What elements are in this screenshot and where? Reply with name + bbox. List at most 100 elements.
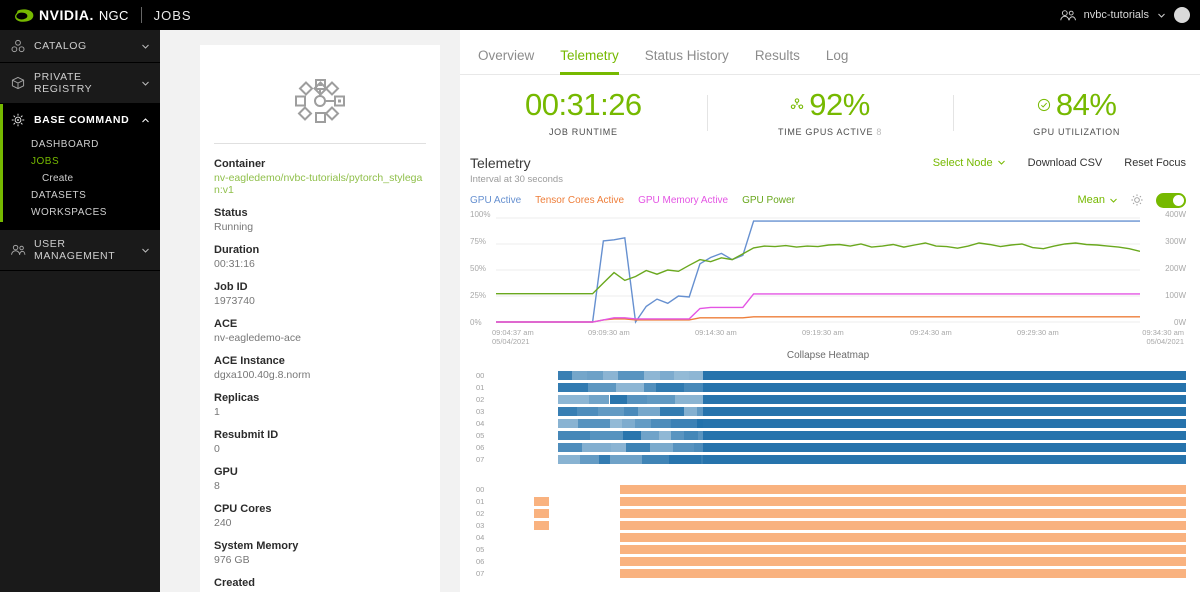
heatmap-cell[interactable] — [660, 370, 674, 380]
heatmap-cell[interactable] — [620, 568, 1186, 578]
heatmap-row[interactable]: 04 — [470, 532, 1186, 542]
heatmap-cell[interactable] — [620, 544, 1186, 554]
sidebar-item-jobs[interactable]: JOBS — [0, 153, 160, 170]
sidebar-item-create[interactable]: Create — [0, 170, 160, 187]
sidebar-item-datasets[interactable]: DATASETS — [0, 187, 160, 204]
heatmap-cell[interactable] — [590, 430, 623, 440]
heatmap-cell[interactable] — [703, 382, 1186, 392]
heatmap-cell[interactable] — [609, 394, 628, 404]
heatmap-cell[interactable] — [533, 496, 550, 506]
heatmap-cell[interactable] — [655, 382, 684, 392]
chevron-down-icon[interactable] — [141, 42, 150, 51]
heatmap-cell[interactable] — [673, 370, 689, 380]
heatmap-cell[interactable] — [533, 520, 550, 530]
heatmap-row[interactable]: 06 — [470, 442, 1186, 452]
select-node-button[interactable]: Select Node — [933, 157, 1006, 169]
heatmap-cell[interactable] — [703, 394, 1186, 404]
heatmap-cell[interactable] — [670, 418, 698, 428]
heatmap-cell[interactable] — [650, 418, 671, 428]
nvidia-logo[interactable]: NVIDIA. NGC — [8, 7, 129, 23]
chevron-up-icon[interactable] — [141, 116, 150, 125]
telemetry-toggle[interactable] — [1156, 192, 1186, 208]
heatmap-cell[interactable] — [609, 418, 622, 428]
heatmap-cell[interactable] — [617, 370, 645, 380]
heatmap-cell[interactable] — [644, 370, 661, 380]
sidebar-item-user-management[interactable]: USER MANAGEMENT — [0, 230, 160, 270]
heatmap-cell[interactable] — [533, 508, 550, 518]
sidebar-item-private-registry[interactable]: PRIVATE REGISTRY — [0, 63, 160, 103]
heatmap-cell[interactable] — [622, 430, 642, 440]
heatmap-row[interactable]: 06 — [470, 556, 1186, 566]
sidebar-group-catalog[interactable]: CATALOG — [0, 30, 160, 63]
heatmap-cell[interactable] — [610, 442, 626, 452]
chevron-down-icon[interactable] — [1157, 11, 1166, 20]
heatmap-cell[interactable] — [703, 418, 1186, 428]
avatar[interactable] — [1174, 7, 1190, 23]
heatmap-cell[interactable] — [598, 454, 611, 464]
heatmap-cell[interactable] — [620, 532, 1186, 542]
account-name[interactable]: nvbc-tutorials — [1084, 9, 1149, 21]
tab-telemetry[interactable]: Telemetry — [560, 48, 619, 75]
tab-overview[interactable]: Overview — [478, 48, 534, 75]
heatmap-row[interactable]: 03 — [470, 406, 1186, 416]
tab-status-history[interactable]: Status History — [645, 48, 729, 75]
heatmap-row[interactable]: 07 — [470, 454, 1186, 464]
heatmap-cell[interactable] — [683, 430, 698, 440]
heatmap-row[interactable]: 02 — [470, 394, 1186, 404]
reset-focus-button[interactable]: Reset Focus — [1124, 157, 1186, 169]
sidebar-group-base-command[interactable]: BASE COMMAND DASHBOARD JOBS Create DATAS… — [0, 104, 160, 230]
heatmap-cell[interactable] — [558, 382, 589, 392]
heatmap-cell[interactable] — [620, 496, 1186, 506]
heatmap-cell[interactable] — [620, 556, 1186, 566]
heatmap-cell[interactable] — [582, 442, 611, 452]
heatmap-cell[interactable] — [579, 454, 599, 464]
heatmap-cell[interactable] — [602, 370, 618, 380]
legend-gpu-active[interactable]: GPU Active — [470, 195, 521, 206]
heatmap-cell[interactable] — [558, 442, 583, 452]
sidebar-item-workspaces[interactable]: WORKSPACES — [0, 204, 160, 221]
heatmap-row[interactable]: 07 — [470, 568, 1186, 578]
heatmap-cell[interactable] — [625, 442, 650, 452]
heatmap-cell[interactable] — [675, 394, 703, 404]
heatmap-row[interactable]: 02 — [470, 508, 1186, 518]
heatmap-row[interactable]: 01 — [470, 382, 1186, 392]
heatmap-cell[interactable] — [587, 370, 603, 380]
heatmap-cell[interactable] — [643, 382, 656, 392]
field-value[interactable]: nv-eagledemo/nvbc-tutorials/pytorch_styl… — [214, 172, 426, 196]
heatmap-cell[interactable] — [589, 394, 610, 404]
heatmap-row[interactable]: 05 — [470, 430, 1186, 440]
legend-gpu-power[interactable]: GPU Power — [742, 195, 795, 206]
heatmap-row[interactable]: 01 — [470, 496, 1186, 506]
heatmap-cell[interactable] — [588, 382, 617, 392]
heatmap-cell[interactable] — [703, 454, 1186, 464]
heatmap-cell[interactable] — [558, 394, 590, 404]
heatmap-cell[interactable] — [638, 406, 661, 416]
heatmap-cell[interactable] — [703, 370, 1186, 380]
heatmap-cell[interactable] — [558, 418, 578, 428]
heatmap-cell[interactable] — [616, 382, 644, 392]
sidebar-item-dashboard[interactable]: DASHBOARD — [0, 136, 160, 153]
heatmap-cell[interactable] — [610, 454, 642, 464]
heatmap-cell[interactable] — [635, 418, 651, 428]
download-csv-button[interactable]: Download CSV — [1028, 157, 1103, 169]
chevron-down-icon[interactable] — [141, 79, 150, 88]
heatmap-cell[interactable] — [571, 370, 588, 380]
sidebar-item-base-command[interactable]: BASE COMMAND — [0, 104, 160, 136]
gear-icon[interactable] — [1130, 193, 1144, 207]
heatmap-cell[interactable] — [703, 406, 1186, 416]
heatmap-row[interactable]: 00 — [470, 484, 1186, 494]
heatmap-cell[interactable] — [670, 430, 684, 440]
heatmap-cell[interactable] — [683, 382, 703, 392]
sidebar-item-catalog[interactable]: CATALOG — [0, 30, 160, 62]
tab-results[interactable]: Results — [755, 48, 800, 75]
heatmap-cell[interactable] — [620, 484, 1186, 494]
heatmap-cell[interactable] — [684, 406, 697, 416]
heatmap-cell[interactable] — [703, 430, 1186, 440]
heatmap-cell[interactable] — [688, 370, 703, 380]
heatmap-cell[interactable] — [620, 508, 1186, 518]
heatmap-cell[interactable] — [642, 454, 669, 464]
heatmap-cell[interactable] — [577, 406, 598, 416]
heatmap-cell[interactable] — [621, 418, 636, 428]
legend-tensor-cores-active[interactable]: Tensor Cores Active — [535, 195, 624, 206]
aggregation-select[interactable]: Mean — [1077, 194, 1118, 206]
